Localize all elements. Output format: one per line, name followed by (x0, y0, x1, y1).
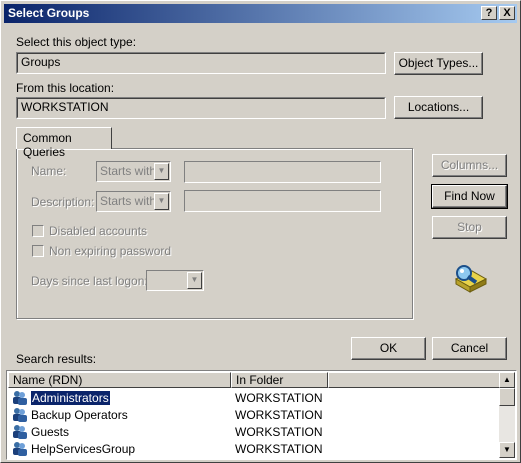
title-bar[interactable]: Select Groups ? X (4, 4, 517, 23)
non-expiring-password-label: Non expiring password (49, 244, 172, 258)
scroll-up-arrow-icon[interactable]: ▲ (499, 372, 515, 388)
search-computer-icon (454, 265, 488, 293)
object-types-button[interactable]: Object Types... (394, 52, 483, 75)
table-row[interactable]: Administrators WORKSTATION (9, 389, 501, 406)
table-row[interactable]: Backup Operators WORKSTATION (9, 406, 501, 423)
scroll-thumb[interactable] (499, 388, 515, 406)
days-since-logon-select[interactable]: ▼ (146, 270, 204, 291)
tab-common-queries[interactable]: Common Queries (16, 127, 112, 159)
row-folder: WORKSTATION (235, 391, 323, 405)
column-header-name[interactable]: Name (RDN) (8, 372, 231, 388)
chevron-down-icon: ▼ (154, 163, 169, 180)
row-name: Administrators (30, 390, 111, 406)
ok-button[interactable]: OK (351, 337, 426, 360)
group-icon (13, 442, 27, 456)
chevron-down-icon: ▼ (187, 272, 202, 289)
find-now-button[interactable]: Find Now (431, 184, 508, 209)
description-input[interactable] (184, 190, 381, 212)
days-since-logon-label: Days since last logon: (31, 274, 148, 288)
columns-button[interactable]: Columns... (432, 154, 507, 177)
search-results-label: Search results: (16, 352, 97, 366)
name-input[interactable] (184, 161, 381, 183)
location-field: WORKSTATION (16, 97, 386, 119)
object-type-value: Groups (17, 53, 385, 73)
row-folder: WORKSTATION (235, 425, 323, 439)
description-mode-select[interactable]: Starts with ▼ (96, 191, 171, 212)
column-header-spacer (328, 372, 500, 388)
scroll-down-arrow-icon[interactable]: ▼ (499, 442, 515, 458)
description-mode-value: Starts with (100, 194, 157, 208)
description-label: Description: (31, 195, 95, 209)
row-name: HelpServicesGroup (31, 442, 136, 456)
window-title: Select Groups (8, 6, 90, 20)
row-name: Guests (31, 425, 70, 439)
object-type-label: Select this object type: (16, 35, 137, 49)
select-groups-dialog: Select Groups ? X Select this object typ… (0, 0, 521, 463)
column-header-folder[interactable]: In Folder (231, 372, 328, 388)
object-type-field: Groups (16, 52, 386, 74)
help-button[interactable]: ? (481, 6, 497, 20)
chevron-down-icon: ▼ (154, 193, 169, 210)
cancel-button[interactable]: Cancel (432, 337, 507, 360)
group-icon (13, 408, 27, 422)
row-folder: WORKSTATION (235, 408, 323, 422)
table-row[interactable]: Guests WORKSTATION (9, 423, 501, 440)
disabled-accounts-checkbox[interactable] (32, 225, 44, 237)
search-results-list[interactable]: Name (RDN) In Folder Administrators WORK… (6, 370, 517, 460)
name-mode-select[interactable]: Starts with ▼ (96, 161, 171, 182)
table-row[interactable]: HelpServicesGroup WORKSTATION (9, 440, 501, 457)
vertical-scrollbar[interactable]: ▲ ▼ (499, 372, 515, 458)
group-icon (13, 391, 27, 405)
locations-button[interactable]: Locations... (394, 96, 483, 119)
disabled-accounts-label: Disabled accounts (49, 224, 148, 238)
row-name: Backup Operators (31, 408, 128, 422)
close-button[interactable]: X (499, 6, 515, 20)
name-label: Name: (31, 164, 67, 178)
location-label: From this location: (16, 81, 115, 95)
name-mode-value: Starts with (100, 164, 157, 178)
row-folder: WORKSTATION (235, 442, 323, 456)
group-icon (13, 425, 27, 439)
stop-button[interactable]: Stop (432, 216, 507, 239)
non-expiring-password-checkbox[interactable] (32, 245, 44, 257)
location-value: WORKSTATION (17, 98, 385, 118)
